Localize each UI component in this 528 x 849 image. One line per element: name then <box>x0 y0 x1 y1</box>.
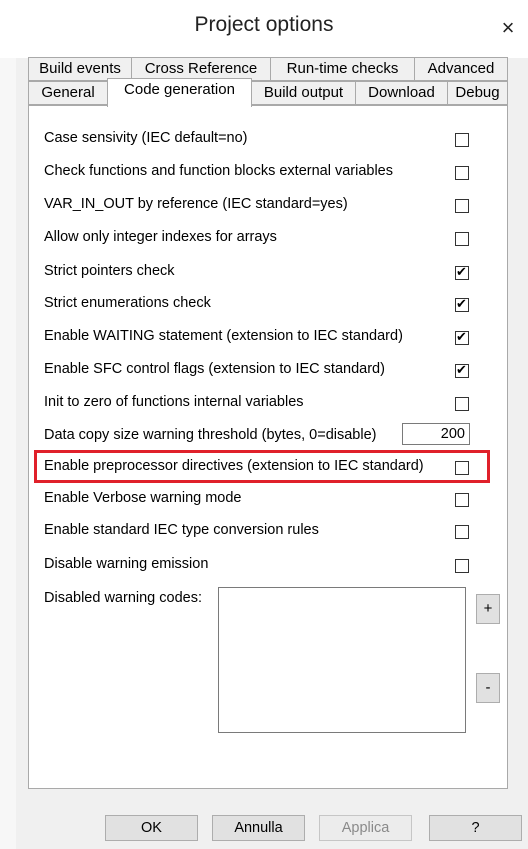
cancel-button[interactable]: Annulla <box>212 815 305 841</box>
option-label: VAR_IN_OUT by reference (IEC standard=ye… <box>44 196 348 212</box>
remove-code-button[interactable]: - <box>476 673 500 703</box>
disable-warning-emission-checkbox[interactable] <box>455 559 469 573</box>
check-external-vars-checkbox[interactable] <box>455 166 469 180</box>
tab-run-time-checks[interactable]: Run-time checks <box>270 57 415 81</box>
option-label: Enable Verbose warning mode <box>44 490 242 506</box>
tab-build-output[interactable]: Build output <box>251 81 356 105</box>
option-label: Init to zero of functions internal varia… <box>44 394 304 410</box>
add-code-button[interactable]: + <box>476 594 500 624</box>
option-label: Enable standard IEC type conversion rule… <box>44 522 319 538</box>
var-in-out-by-reference-checkbox[interactable] <box>455 199 469 213</box>
option-label: Check functions and function blocks exte… <box>44 163 393 179</box>
iec-type-conversion-checkbox[interactable] <box>455 525 469 539</box>
disabled-codes-list[interactable] <box>218 587 466 733</box>
disabled-codes-label: Disabled warning codes: <box>44 590 202 606</box>
option-label: Strict pointers check <box>44 263 175 279</box>
help-button[interactable]: ? <box>429 815 522 841</box>
strict-enumerations-checkbox[interactable] <box>455 296 469 312</box>
enable-waiting-checkbox[interactable] <box>455 329 469 345</box>
tab-download[interactable]: Download <box>355 81 448 105</box>
tab-code-generation[interactable]: Code generation <box>107 78 252 107</box>
threshold-input[interactable]: 200 <box>402 423 470 445</box>
option-label: Enable SFC control flags (extension to I… <box>44 361 385 377</box>
project-options-dialog: Project options × Build events Cross Ref… <box>0 0 528 849</box>
tab-advanced[interactable]: Advanced <box>414 57 508 81</box>
option-label: Enable WAITING statement (extension to I… <box>44 328 403 344</box>
option-label: Case sensivity (IEC default=no) <box>44 130 248 146</box>
verbose-warning-checkbox[interactable] <box>455 493 469 507</box>
dialog-title: Project options <box>194 13 334 36</box>
window-frame <box>0 58 16 849</box>
init-to-zero-checkbox[interactable] <box>455 397 469 411</box>
ok-button[interactable]: OK <box>105 815 198 841</box>
case-sensitivity-checkbox[interactable] <box>455 133 469 147</box>
integer-indexes-checkbox[interactable] <box>455 232 469 246</box>
highlight-box <box>34 450 490 483</box>
title-bar: Project options × <box>0 0 528 58</box>
close-icon[interactable]: × <box>488 8 528 48</box>
option-label: Allow only integer indexes for arrays <box>44 229 277 245</box>
tab-debug[interactable]: Debug <box>447 81 508 105</box>
sfc-control-flags-checkbox[interactable] <box>455 362 469 378</box>
option-label: Strict enumerations check <box>44 295 211 311</box>
strict-pointers-checkbox[interactable] <box>455 264 469 280</box>
tab-general[interactable]: General <box>28 81 108 105</box>
threshold-label: Data copy size warning threshold (bytes,… <box>44 427 377 443</box>
option-label: Disable warning emission <box>44 556 209 572</box>
apply-button[interactable]: Applica <box>319 815 412 841</box>
